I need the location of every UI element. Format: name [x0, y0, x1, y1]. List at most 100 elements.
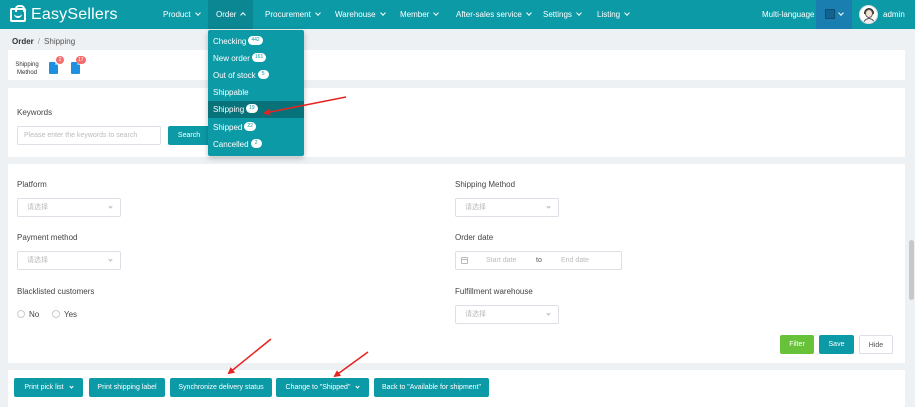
page-scrollbar[interactable]: [909, 240, 914, 300]
breadcrumb-current: Shipping: [44, 37, 76, 46]
search-button[interactable]: Search: [168, 126, 210, 145]
menu-item-checking[interactable]: Checking 442: [208, 33, 304, 50]
avatar[interactable]: [859, 5, 878, 24]
blacklist-yes-radio[interactable]: [52, 310, 60, 318]
menu-item-shipping[interactable]: Shipping 19: [208, 101, 304, 118]
menu-item-cancelled[interactable]: Cancelled 2: [208, 136, 304, 153]
menu-item-label: Checking: [213, 37, 247, 46]
nav-label: After-sales service: [456, 10, 522, 19]
chevron-down-icon: [355, 384, 361, 389]
breadcrumb-separator: /: [37, 37, 41, 46]
count-badge: 19: [246, 104, 258, 114]
count-badge: 17: [76, 56, 86, 64]
count-badge: 2: [250, 139, 262, 149]
breadcrumb-root[interactable]: Order: [12, 37, 34, 46]
order-dropdown-menu: Checking 442 New order 161 Out of stock 5 S…: [208, 30, 304, 156]
document-icon[interactable]: [49, 62, 58, 74]
label-line: Method: [16, 70, 37, 76]
chevron-down-icon: [624, 10, 630, 16]
chevron-down-icon: [576, 10, 582, 16]
chevron-down-icon: [546, 311, 551, 316]
select-placeholder: 请选择: [465, 311, 486, 318]
order-date-range-picker[interactable]: Start date to End date: [455, 251, 622, 270]
menu-item-label: Shipped: [213, 123, 243, 132]
payment-method-select[interactable]: 请选择: [17, 251, 121, 270]
shipping-method-filter-label: Shipping Method: [455, 180, 516, 189]
app-name: EasySellers: [31, 6, 118, 23]
nav-label: Procurement: [265, 10, 311, 19]
menu-item-shippable[interactable]: Shippable: [208, 84, 304, 101]
nav-item-warehouse[interactable]: Warehouse: [335, 0, 386, 29]
menu-item-label: New order: [213, 54, 250, 63]
color-swatch-icon: [825, 9, 835, 19]
end-date-input[interactable]: End date: [561, 252, 589, 269]
nav-item-order[interactable]: Order: [208, 0, 254, 29]
keyword-search-panel: Keywords Please enter the keywords to se…: [8, 88, 905, 157]
app-logo[interactable]: EasySellers: [10, 5, 118, 24]
nav-label: Listing: [597, 10, 621, 19]
menu-item-label: Shipping: [213, 105, 245, 114]
blacklist-no-radio[interactable]: [17, 310, 25, 318]
user-name[interactable]: admin: [883, 0, 905, 29]
chevron-down-icon: [108, 204, 113, 209]
menu-item-label: Out of stock: [213, 71, 256, 80]
nav-item-product[interactable]: Product: [163, 0, 201, 29]
label-line: Shipping: [15, 62, 39, 68]
chevron-down-icon: [838, 10, 844, 16]
menu-item-shipped[interactable]: Shipped 22: [208, 119, 304, 136]
nav-item-after-sales[interactable]: After-sales service: [456, 0, 532, 29]
shopping-bag-icon: [10, 5, 26, 22]
language-selector[interactable]: Multi-language: [762, 0, 814, 29]
count-badge: 5: [257, 70, 269, 80]
blacklist-no-label[interactable]: No: [29, 310, 39, 319]
button-label: Print pick list: [24, 384, 64, 391]
filter-button[interactable]: Filter: [780, 335, 814, 354]
start-date-input[interactable]: Start date: [486, 252, 516, 269]
keywords-label: Keywords: [17, 108, 53, 117]
select-placeholder: 请选择: [27, 257, 48, 264]
nav-item-listing[interactable]: Listing: [597, 0, 630, 29]
nav-label: Order: [216, 10, 237, 19]
chevron-down-icon: [525, 10, 532, 16]
theme-color-picker[interactable]: [816, 0, 852, 29]
fulfillment-warehouse-label: Fulfillment warehouse: [455, 287, 533, 296]
order-date-label: Order date: [455, 233, 494, 242]
avatar-head: [865, 9, 873, 18]
shipping-method-label: Shipping Method: [12, 61, 42, 77]
print-pick-list-button[interactable]: Print pick list: [14, 378, 83, 397]
chevron-down-icon: [546, 204, 551, 209]
nav-label: Settings: [543, 10, 572, 19]
menu-item-new-order[interactable]: New order 161: [208, 50, 304, 67]
print-shipping-label-button[interactable]: Print shipping label: [89, 378, 165, 397]
chevron-down-icon: [314, 10, 321, 16]
top-navigation-bar: EasySellers Product Order Procurement Wa…: [0, 0, 915, 29]
change-to-shipped-button[interactable]: Change to "Shipped": [276, 378, 369, 397]
calendar-icon: [461, 257, 468, 264]
fulfillment-warehouse-select[interactable]: 请选择: [455, 305, 559, 324]
chevron-down-icon: [108, 257, 113, 262]
back-to-available-button[interactable]: Back to "Available for shipment": [374, 378, 489, 397]
bulk-action-bar: Print pick list Print shipping label Syn…: [8, 370, 905, 407]
nav-label: Member: [400, 10, 430, 19]
chevron-down-icon: [379, 10, 386, 16]
nav-item-procurement[interactable]: Procurement: [265, 0, 321, 29]
chevron-down-icon: [433, 10, 440, 16]
keyword-search-input[interactable]: Please enter the keywords to search: [17, 126, 161, 145]
avatar-body: [863, 18, 875, 23]
blacklist-yes-label[interactable]: Yes: [64, 310, 77, 319]
count-badge: 22: [244, 122, 256, 132]
breadcrumb: Order / Shipping: [12, 37, 75, 46]
platform-select[interactable]: 请选择: [17, 198, 121, 217]
select-placeholder: 请选择: [27, 204, 48, 211]
save-button[interactable]: Save: [819, 335, 854, 354]
hide-button[interactable]: Hide: [859, 335, 893, 354]
nav-item-settings[interactable]: Settings: [543, 0, 582, 29]
nav-label: Product: [163, 10, 191, 19]
sync-delivery-status-button[interactable]: Synchronize delivery status: [170, 378, 272, 397]
shipping-method-select[interactable]: 请选择: [455, 198, 559, 217]
menu-item-out-of-stock[interactable]: Out of stock 5: [208, 67, 304, 84]
nav-item-member[interactable]: Member: [400, 0, 440, 29]
menu-item-label: Cancelled: [213, 140, 249, 149]
count-badge: 161: [251, 53, 267, 63]
count-badge: 2: [56, 56, 64, 64]
